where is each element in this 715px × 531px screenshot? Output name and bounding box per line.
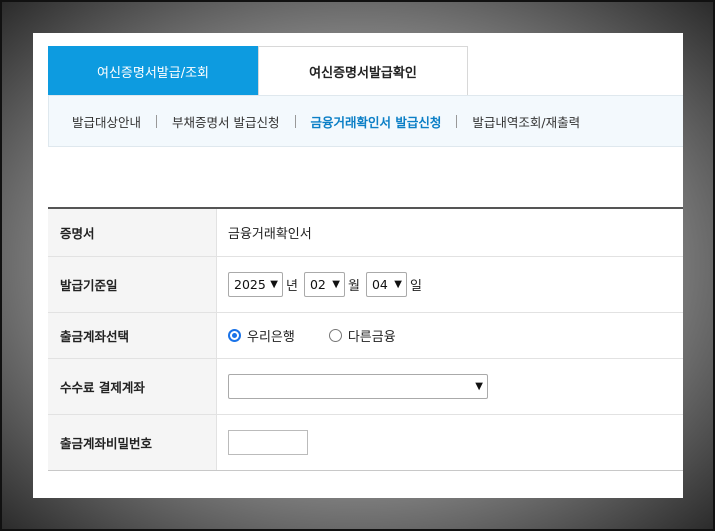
- radio-label: 다른금융: [347, 330, 396, 345]
- day-unit: 일: [409, 279, 422, 294]
- form-row-account-select: 출금계좌선택 우리은행 다른금융: [48, 313, 683, 359]
- fee-account-field: ▼: [217, 359, 683, 414]
- account-select-field: 우리은행 다른금융: [217, 313, 683, 358]
- tab-issue-verify[interactable]: 여신증명서발급확인: [258, 46, 468, 96]
- form-row-fee-account: 수수료 결제계좌 ▼: [48, 359, 683, 415]
- form-row-issue-date: 발급기준일 2025 ▼ 년 02 ▼ 월 04 ▼ 일: [48, 257, 683, 313]
- month-unit: 월: [347, 279, 360, 294]
- year-select[interactable]: 2025 ▼: [228, 272, 283, 297]
- chevron-down-icon: ▼: [270, 279, 278, 290]
- form-row-certificate: 증명서 금융거래확인서: [48, 209, 683, 257]
- month-value: 02: [309, 277, 326, 292]
- radio-other-bank[interactable]: 다른금융: [328, 326, 396, 345]
- tab-bar: 여신증명서발급/조회 여신증명서발급확인: [48, 46, 468, 96]
- subnav-item-history-reprint[interactable]: 발급내역조회/재출력: [472, 112, 580, 131]
- subnav-item-debt-certificate[interactable]: 부채증명서 발급신청: [172, 112, 279, 131]
- certificate-label: 증명서: [48, 209, 217, 256]
- content-panel: 여신증명서발급/조회 여신증명서발급확인 발급대상안내 부채증명서 발급신청 금…: [33, 33, 683, 498]
- certificate-value: 금융거래확인서: [228, 227, 312, 242]
- tab-label: 여신증명서발급확인: [309, 66, 417, 81]
- issue-date-label: 발급기준일: [48, 257, 217, 312]
- divider: [294, 114, 296, 128]
- day-select[interactable]: 04 ▼: [365, 272, 407, 297]
- fee-account-label: 수수료 결제계좌: [48, 359, 217, 414]
- issue-date-field: 2025 ▼ 년 02 ▼ 월 04 ▼ 일: [217, 257, 683, 312]
- subnav-item-guide[interactable]: 발급대상안내: [72, 112, 141, 131]
- radio-label: 우리은행: [247, 330, 295, 345]
- divider: [456, 114, 458, 128]
- divider: [156, 114, 158, 128]
- fee-account-select[interactable]: ▼: [228, 374, 488, 399]
- sub-navigation: 발급대상안내 부채증명서 발급신청 금융거래확인서 발급신청 발급내역조회/재출…: [48, 95, 683, 147]
- year-value: 2025: [234, 277, 266, 292]
- subnav-item-transaction-confirmation[interactable]: 금융거래확인서 발급신청: [311, 112, 442, 131]
- form-row-password: 출금계좌비밀번호: [48, 415, 683, 471]
- account-select-label: 출금계좌선택: [48, 313, 217, 358]
- application-form: 증명서 금융거래확인서 발급기준일 2025 ▼ 년 02 ▼ 월 04 ▼ 일…: [48, 207, 683, 471]
- password-input[interactable]: [228, 430, 308, 455]
- radio-unchecked-icon: [328, 329, 342, 342]
- chevron-down-icon: ▼: [394, 279, 402, 290]
- tab-label: 여신증명서발급/조회: [96, 65, 210, 81]
- tab-issue-inquiry[interactable]: 여신증명서발급/조회: [48, 46, 258, 96]
- day-value: 04: [371, 277, 388, 292]
- year-unit: 년: [286, 279, 298, 294]
- chevron-down-icon: ▼: [475, 381, 483, 392]
- chevron-down-icon: ▼: [332, 279, 340, 290]
- radio-woori-bank[interactable]: 우리은행: [228, 326, 295, 345]
- password-label: 출금계좌비밀번호: [48, 415, 217, 470]
- month-select[interactable]: 02 ▼: [303, 272, 345, 297]
- radio-checked-icon: [228, 329, 241, 342]
- password-field: [217, 415, 683, 470]
